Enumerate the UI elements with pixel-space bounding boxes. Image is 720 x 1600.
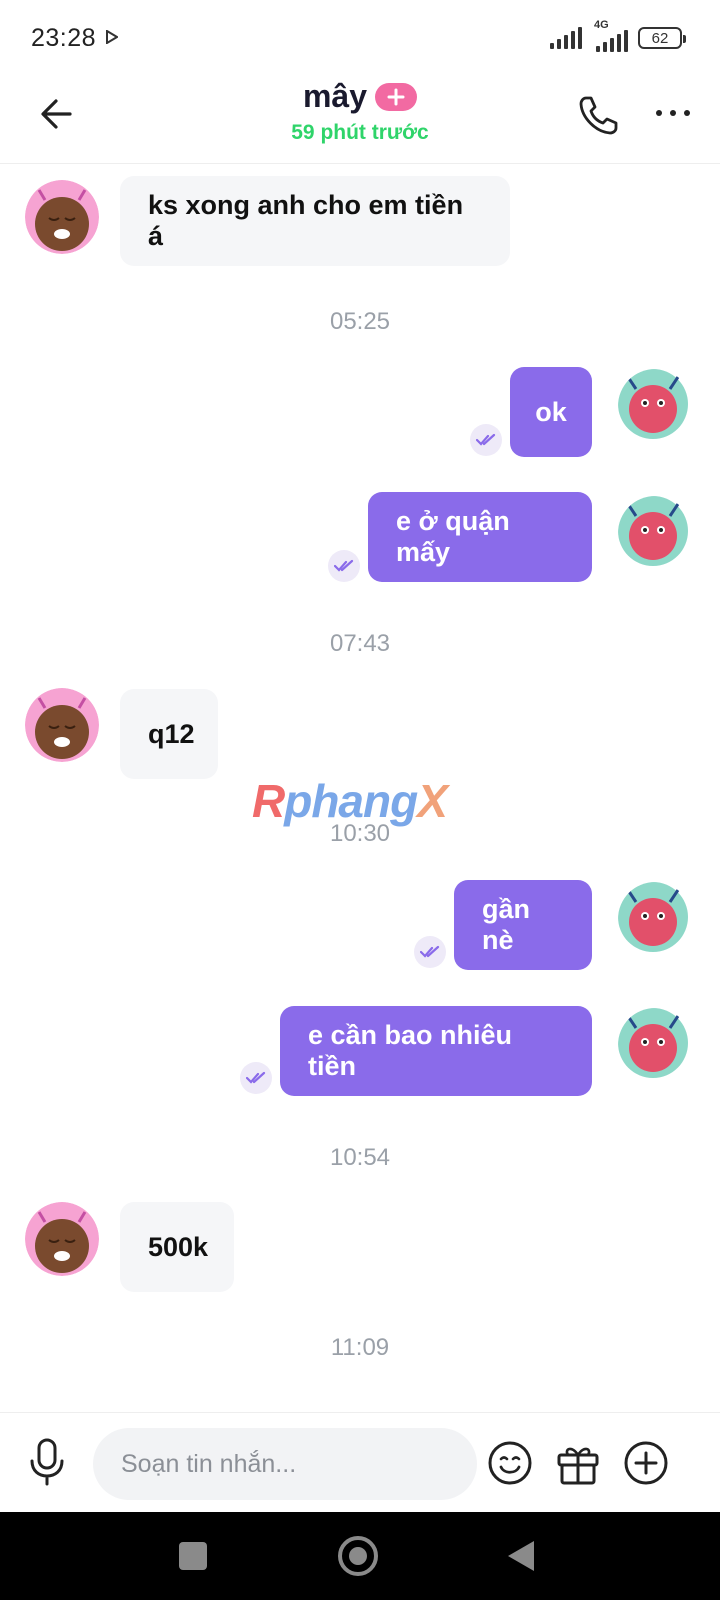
message-text: q12 <box>148 718 195 749</box>
chat-header: mây 59 phút trước <box>0 72 720 164</box>
gift-icon[interactable] <box>554 1439 602 1487</box>
status-right: 4G 62 <box>550 19 686 52</box>
message-text: 500k <box>148 1231 209 1262</box>
back-button[interactable] <box>508 1541 534 1571</box>
network-type-label: 4G <box>594 19 609 31</box>
battery-icon: 62 <box>638 27 686 49</box>
phone-icon[interactable] <box>574 90 624 140</box>
incoming-message[interactable]: ks xong anh cho em tiền á <box>120 176 510 266</box>
timestamp: 10:30 <box>329 820 391 847</box>
seen-check-icon <box>414 936 446 968</box>
home-button[interactable] <box>338 1536 378 1576</box>
add-icon[interactable] <box>622 1439 670 1487</box>
timestamp: 07:43 <box>329 630 391 657</box>
contact-avatar[interactable] <box>25 688 99 762</box>
my-avatar[interactable] <box>618 882 692 956</box>
message-input[interactable] <box>93 1428 477 1500</box>
message-text: gần nè <box>482 894 531 955</box>
media-play-icon <box>106 30 118 44</box>
system-navigation-bar <box>0 1512 720 1600</box>
microphone-icon[interactable] <box>26 1437 68 1487</box>
plus-icon[interactable] <box>375 82 418 111</box>
message-text: e ở quận mấy <box>396 506 510 567</box>
message-text: ok <box>535 396 567 427</box>
contact-name: mây <box>302 78 368 114</box>
seen-check-icon <box>328 550 360 582</box>
timestamp: 11:09 <box>330 1334 390 1361</box>
status-bar: 23:28 4G 62 <box>0 0 720 72</box>
message-text: e cần bao nhiêu tiền <box>308 1020 513 1081</box>
contact-avatar[interactable] <box>25 180 99 254</box>
timestamp: 10:54 <box>329 1144 391 1171</box>
emoji-icon[interactable] <box>486 1439 534 1487</box>
message-text: ks xong anh cho em tiền á <box>148 190 464 251</box>
my-avatar[interactable] <box>618 369 692 443</box>
more-icon[interactable] <box>648 98 698 128</box>
mobile-data-icon: 4G <box>592 19 628 52</box>
outgoing-message[interactable]: gần nè <box>454 880 592 970</box>
my-avatar[interactable] <box>618 496 692 570</box>
incoming-message[interactable]: 500k <box>120 1202 234 1292</box>
recent-apps-button[interactable] <box>179 1542 207 1570</box>
message-list[interactable]: ks xong anh cho em tiền á 05:25 ok e ở q… <box>0 164 720 1412</box>
contact-avatar[interactable] <box>25 1202 99 1276</box>
seen-check-icon <box>240 1062 272 1094</box>
seen-check-icon <box>470 424 502 456</box>
signal-icon <box>550 27 582 49</box>
my-avatar[interactable] <box>618 1008 692 1082</box>
outgoing-message[interactable]: e ở quận mấy <box>368 492 592 582</box>
composer-bar <box>0 1412 720 1512</box>
incoming-message[interactable]: q12 <box>120 689 218 779</box>
outgoing-message[interactable]: ok <box>510 367 592 457</box>
battery-level: 62 <box>651 29 669 47</box>
timestamp: 05:25 <box>329 308 391 335</box>
status-time: 23:28 <box>31 24 97 52</box>
outgoing-message[interactable]: e cần bao nhiêu tiền <box>280 1006 592 1096</box>
